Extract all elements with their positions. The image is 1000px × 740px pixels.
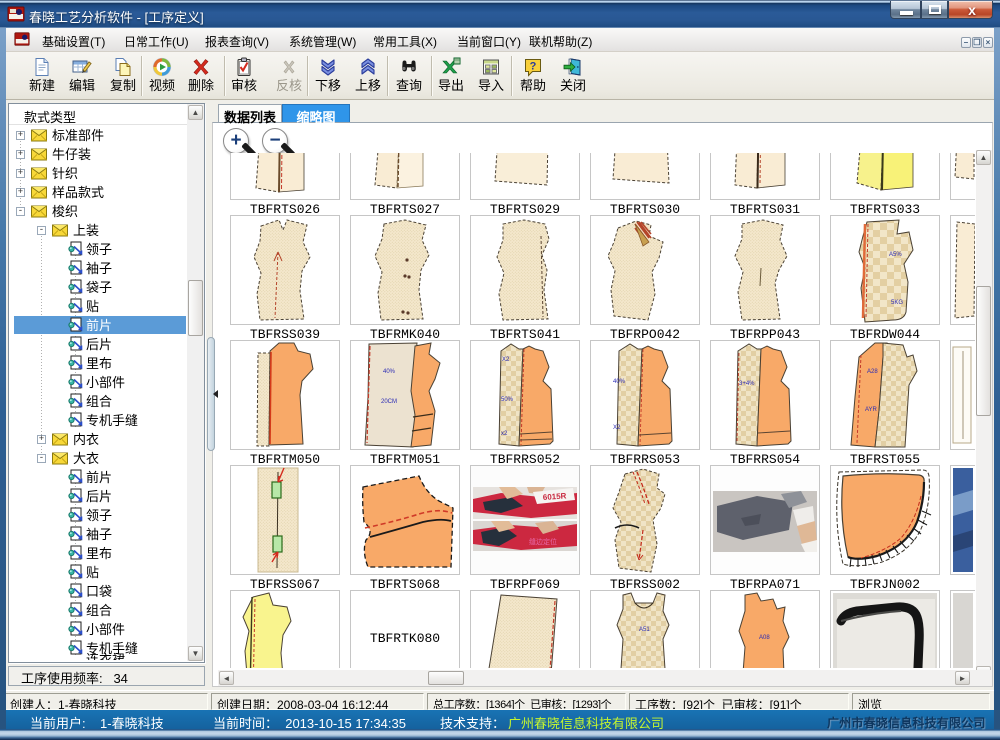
- svg-text:A08: A08: [759, 635, 770, 641]
- svg-text:TBFRTK080: TBFRTK080: [370, 631, 440, 646]
- svg-text:3+4%: 3+4%: [739, 381, 755, 387]
- svg-text:X2: X2: [502, 357, 510, 363]
- svg-text:6015R: 6015R: [543, 491, 567, 502]
- svg-text:?: ?: [530, 61, 537, 73]
- svg-text:5KG: 5KG: [891, 300, 903, 306]
- svg-text:40%: 40%: [613, 379, 626, 385]
- svg-text:AYR: AYR: [865, 407, 878, 413]
- svg-text:A51: A51: [639, 627, 650, 633]
- svg-text:X2: X2: [613, 425, 621, 431]
- svg-text:A28: A28: [867, 369, 878, 375]
- svg-text:20CM: 20CM: [381, 399, 397, 405]
- svg-text:A5%: A5%: [889, 252, 902, 258]
- svg-text:50%: 50%: [501, 397, 514, 403]
- svg-text:缝边定位: 缝边定位: [529, 537, 557, 546]
- svg-text:x2: x2: [501, 431, 508, 437]
- svg-text:40%: 40%: [383, 369, 396, 375]
